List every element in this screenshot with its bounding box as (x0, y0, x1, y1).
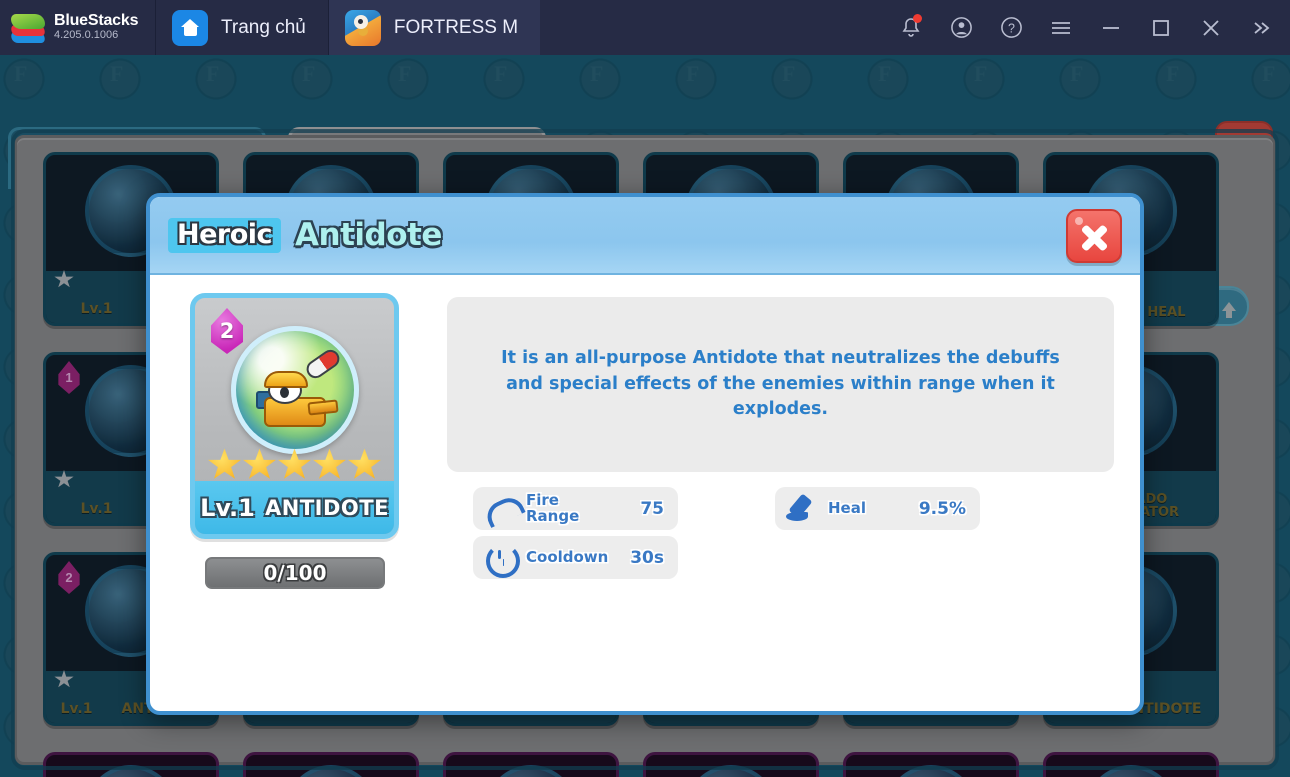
syringe-icon (785, 492, 819, 526)
clock-icon (483, 541, 520, 578)
grid-item-card[interactable] (443, 752, 619, 777)
item-name-label: ANTIDOTE (265, 495, 389, 520)
brand-name: BlueStacks (54, 12, 139, 30)
notifications-icon[interactable] (888, 0, 934, 55)
background-f-mark: F (494, 61, 507, 87)
item-description-panel: It is an all-purpose Antidote that neutr… (447, 297, 1114, 472)
expand-sidebar-icon[interactable] (1238, 0, 1284, 55)
dialog-body: 2 Lv.1 ANTIDOTE 0/100 It is an all-purpo… (150, 275, 1140, 711)
grid-item-level: Lv.1 (60, 701, 93, 717)
close-dialog-icon[interactable] (1066, 209, 1122, 263)
window-buttons: ? (888, 0, 1290, 55)
background-f-mark: F (14, 61, 27, 87)
stat-cooldown-label: Cooldown (526, 547, 609, 566)
grid-item-artwork (85, 765, 177, 777)
background-f-mark: F (782, 61, 795, 87)
notification-badge-dot (913, 14, 922, 23)
tab-fortress-m-label: FORTRESS M (393, 16, 519, 38)
titlebar-spacer (540, 0, 888, 55)
star-icon (313, 448, 346, 479)
item-progress-bar: 0/100 (205, 557, 385, 589)
grid-item-level: Lv.1 (80, 301, 113, 317)
stat-fire-range: Fire Range 75 (473, 487, 678, 530)
item-card[interactable]: 2 Lv.1 ANTIDOTE (190, 293, 399, 539)
star-icon (348, 448, 381, 479)
dialog-header: Heroic Antidote (150, 197, 1140, 275)
dialog-title: Antidote (295, 216, 442, 253)
star-icon (54, 470, 74, 488)
grid-item-artwork (885, 765, 977, 777)
item-description-text: It is an all-purpose Antidote that neutr… (501, 348, 1060, 420)
stat-heal: Heal 9.5% (775, 487, 980, 530)
stat-heal-label: Heal (828, 498, 866, 517)
item-star-rating (195, 448, 394, 481)
background-f-mark: F (1070, 61, 1083, 87)
game-viewport: FFFFFFFFFFFFFFFFFFFFFFFFFFFFFFFFFFFFFFFF… (0, 55, 1290, 777)
grid-item-card[interactable] (43, 752, 219, 777)
brand-version: 4.205.0.1006 (54, 29, 119, 42)
grid-item-card[interactable] (643, 752, 819, 777)
background-f-mark: F (1166, 61, 1179, 87)
item-tier-badge: 2 (211, 308, 243, 354)
stat-cooldown-value: 30s (630, 547, 664, 568)
stat-fire-range-value: 75 (640, 498, 664, 519)
background-f-mark: F (974, 61, 987, 87)
account-icon[interactable] (938, 0, 984, 55)
help-icon[interactable]: ? (988, 0, 1034, 55)
ruler-icon (483, 492, 517, 526)
tab-fortress-m[interactable]: FORTRESS M (327, 0, 541, 55)
menu-icon[interactable] (1038, 0, 1084, 55)
grid-item-artwork (485, 765, 577, 777)
grid-item-card[interactable] (1043, 752, 1219, 777)
tank-character-icon (255, 371, 339, 433)
star-icon (208, 448, 241, 479)
item-detail-dialog: Heroic Antidote 2 Lv.1 ANTIDOTE 0/100 It… (146, 193, 1144, 715)
tab-home[interactable]: Trang chủ (155, 0, 328, 55)
star-icon (54, 270, 74, 288)
grid-item-artwork (285, 765, 377, 777)
star-icon (278, 448, 311, 479)
stat-heal-value: 9.5% (918, 498, 966, 519)
grid-item-tier-badge: 2 (58, 561, 80, 594)
star-icon (54, 670, 74, 688)
svg-text:?: ? (1008, 21, 1015, 35)
background-f-mark: F (206, 61, 219, 87)
background-f-mark: F (878, 61, 891, 87)
item-progress-label: 0/100 (263, 561, 327, 585)
grid-item-level: Lv.1 (80, 501, 113, 517)
background-f-mark: F (398, 61, 411, 87)
close-icon[interactable] (1188, 0, 1234, 55)
grid-item-tier-badge: 1 (58, 361, 80, 394)
bluestacks-logo-icon (10, 12, 46, 44)
background-f-mark: F (302, 61, 315, 87)
stat-fire-range-label: Fire Range (526, 492, 631, 525)
item-artwork (230, 326, 359, 454)
stat-cooldown: Cooldown 30s (473, 536, 678, 579)
grid-item-artwork (1085, 765, 1177, 777)
rarity-badge: Heroic (168, 217, 282, 253)
tab-home-label: Trang chủ (221, 16, 306, 38)
star-icon (243, 448, 276, 479)
home-icon (172, 9, 208, 46)
grid-item-star-rating (54, 470, 74, 489)
bluestacks-titlebar: BlueStacks 4.205.0.1006 Trang chủ FORTRE… (0, 0, 1290, 55)
grid-item-card[interactable] (843, 752, 1019, 777)
grid-item-star-rating (54, 670, 74, 689)
background-f-mark: F (686, 61, 699, 87)
stat-fire-range-line2: Range (526, 506, 580, 525)
item-card-footer: Lv.1 ANTIDOTE (195, 481, 394, 534)
maximize-icon[interactable] (1138, 0, 1184, 55)
grid-item-card[interactable] (243, 752, 419, 777)
bluestacks-brand: BlueStacks 4.205.0.1006 (0, 0, 155, 55)
background-f-mark: F (110, 61, 123, 87)
grid-item-star-rating (54, 270, 74, 289)
minimize-icon[interactable] (1088, 0, 1134, 55)
grid-item-artwork (685, 765, 777, 777)
background-f-mark: F (1262, 61, 1275, 87)
game-app-icon (344, 9, 381, 46)
item-level-label: Lv.1 (200, 493, 255, 522)
background-f-mark: F (590, 61, 603, 87)
